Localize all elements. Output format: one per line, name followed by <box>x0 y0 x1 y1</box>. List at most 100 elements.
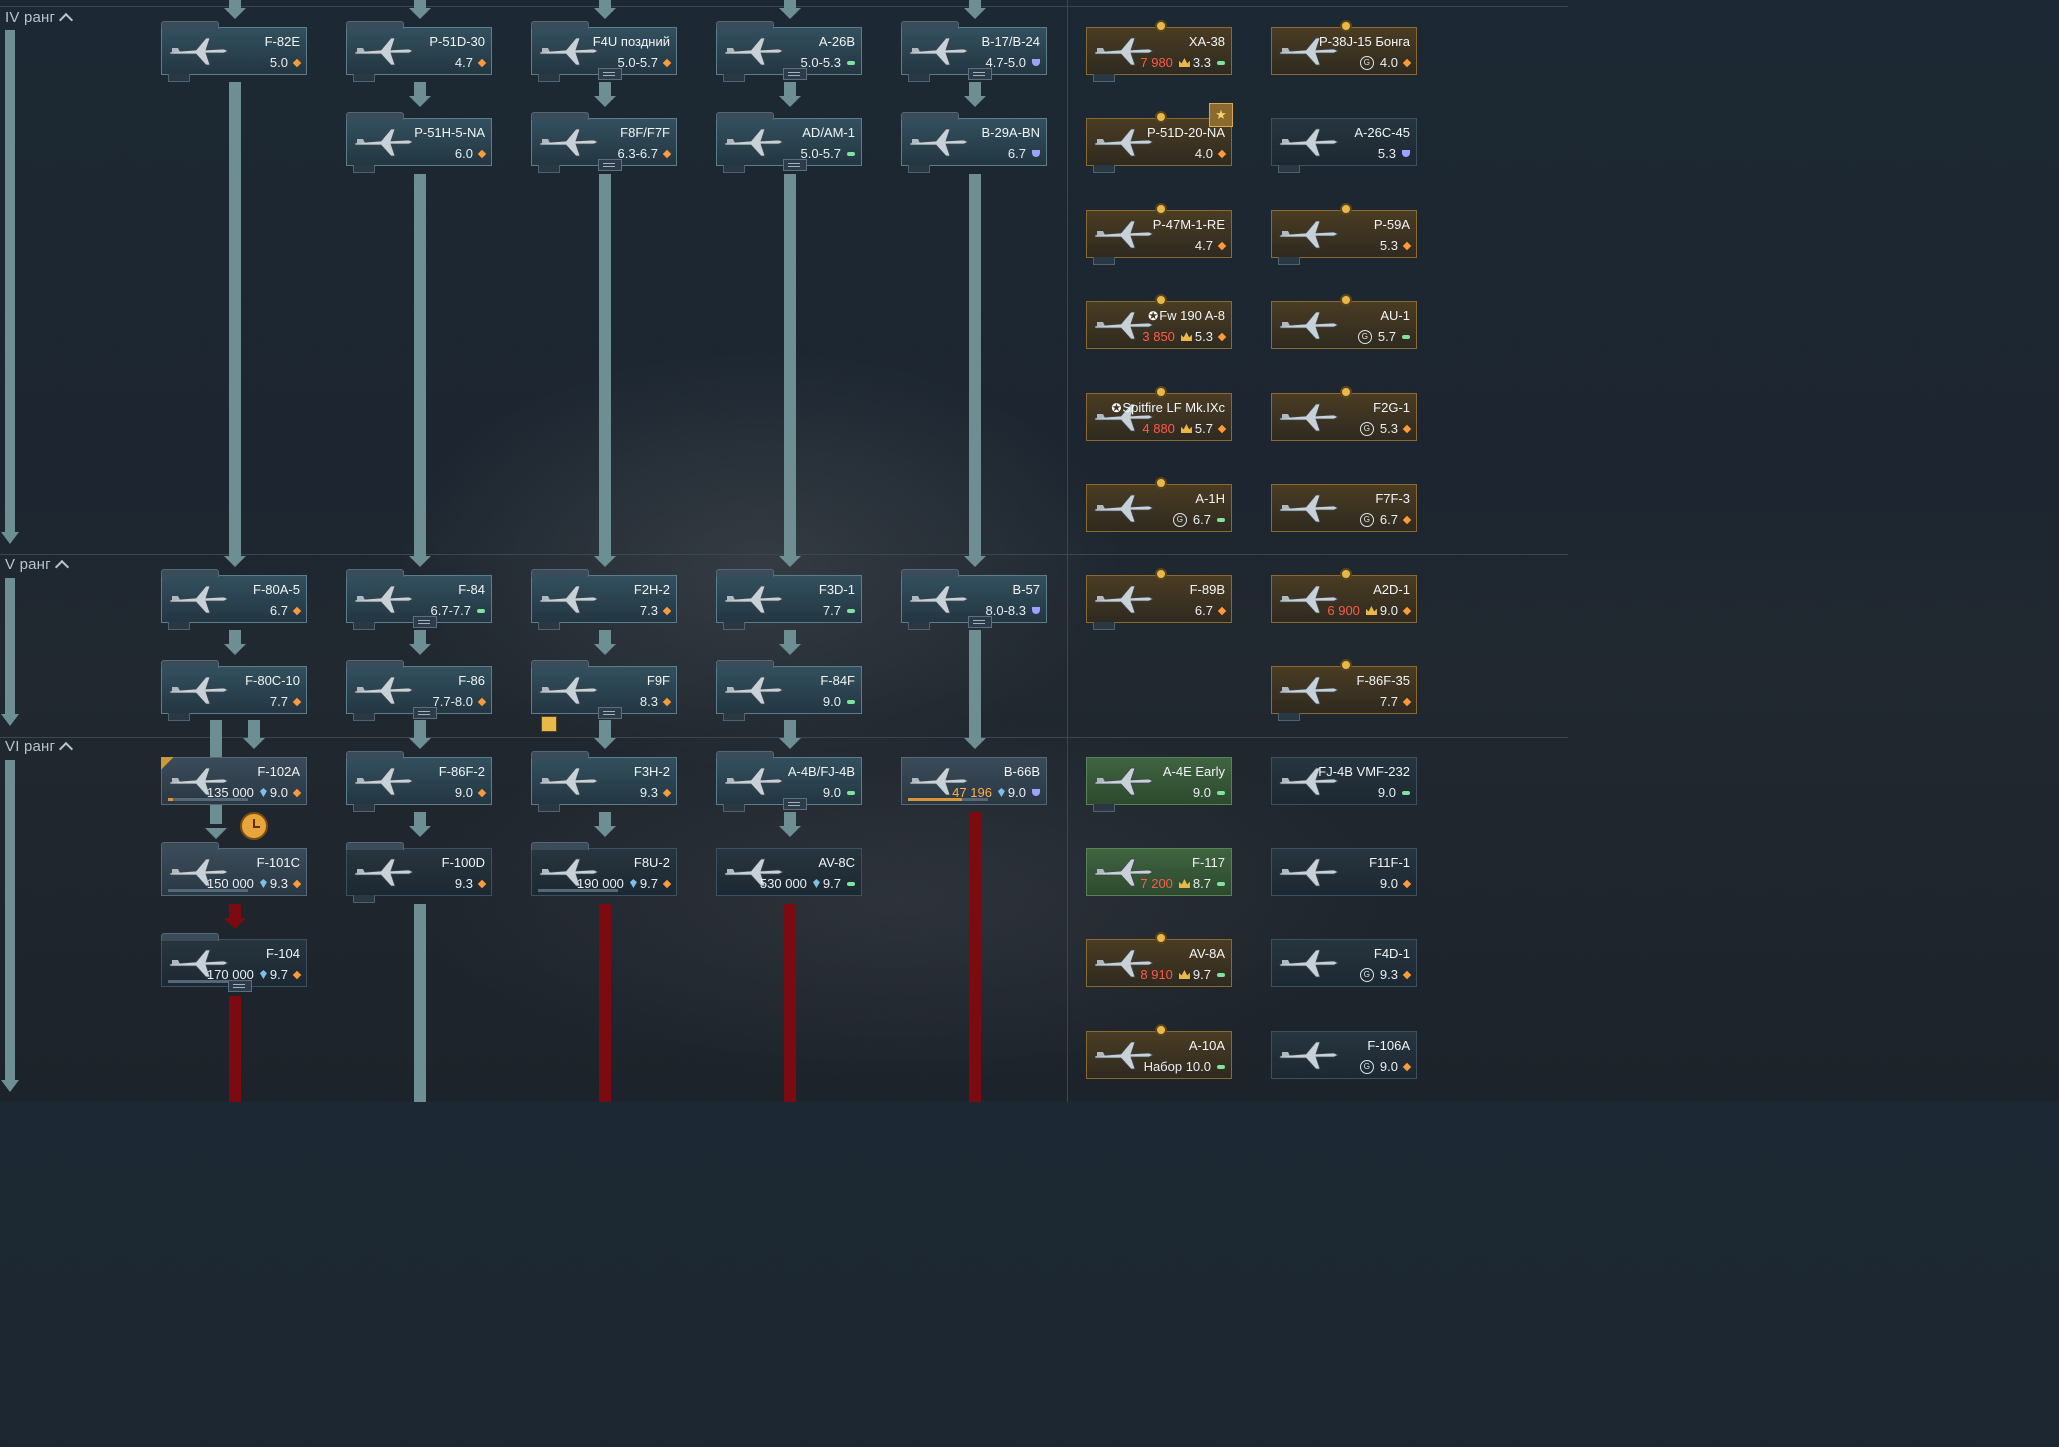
vehicle-card-f117[interactable]: F-117 7 200 8.7 <box>1086 848 1232 896</box>
vehicle-card-f86f2[interactable]: F-86F-2 9.0 <box>346 751 492 812</box>
connector-arrow <box>594 826 616 837</box>
research-order-icon[interactable] <box>541 716 557 732</box>
group-expand-icon[interactable] <box>413 616 437 628</box>
vehicle-name: P-47M-1-RE <box>1152 217 1225 232</box>
vehicle-card-spit[interactable]: ✪Spitfire LF Mk.IXc 4 880 5.7 <box>1086 386 1232 441</box>
vehicle-name: F-100D <box>441 855 485 870</box>
vehicle-card-f106[interactable]: F-106A G 9.0 <box>1271 1031 1417 1079</box>
rank-v-toggle[interactable]: V ранг <box>5 556 69 575</box>
card-pin <box>723 804 745 812</box>
aircraft-icon <box>1276 944 1340 982</box>
vehicle-card-f102[interactable]: F-102A 135 000 9.0 <box>161 757 307 805</box>
group-expand-icon[interactable] <box>413 707 437 719</box>
card-pin <box>538 804 560 812</box>
vehicle-card-f3h[interactable]: F3H-2 9.3 <box>531 751 677 812</box>
battle-rating-value: 4.0 <box>1379 55 1398 70</box>
vehicle-card-a26b[interactable]: A-26B 5.0-5.3 <box>716 21 862 82</box>
group-expand-icon[interactable] <box>783 798 807 810</box>
vehicle-card-b29[interactable]: B-29A-BN 6.7 <box>901 112 1047 173</box>
vehicle-card-f80a[interactable]: F-80A-5 6.7 <box>161 569 307 630</box>
vehicle-card-a4e[interactable]: A-4E Early 9.0 <box>1086 757 1232 812</box>
rank-iv-toggle[interactable]: IV ранг <box>5 9 74 28</box>
vehicle-card-f84[interactable]: F-84 6.7-7.7 <box>346 569 492 630</box>
locked-connector-line <box>784 904 796 1102</box>
battle-rating: Набор 10.0 <box>1144 1059 1225 1074</box>
rank-vi-toggle[interactable]: VI ранг <box>5 738 74 757</box>
vehicle-card-f84f[interactable]: F-84F 9.0 <box>716 660 862 721</box>
vehicle-card-f8u[interactable]: F8U-2 190 000 9.7 <box>531 842 677 896</box>
group-expand-icon[interactable] <box>598 159 622 171</box>
locked-connector-line <box>229 996 241 1102</box>
group-expand-icon[interactable] <box>598 707 622 719</box>
golden-eagles-price: 4 880 <box>1142 421 1175 436</box>
vehicle-card-f8f[interactable]: F8F/F7F 6.3-6.7 <box>531 112 677 173</box>
fighter-role-icon <box>1402 58 1412 67</box>
connector-line <box>969 82 981 96</box>
vehicle-card-f104[interactable]: F-104 170 000 9.7 <box>161 933 307 992</box>
group-expand-icon[interactable] <box>228 980 252 992</box>
vehicle-card-f2h[interactable]: F2H-2 7.3 <box>531 569 677 630</box>
vehicle-card-f4u[interactable]: F4U поздний 5.0-5.7 <box>531 21 677 82</box>
vehicle-card-b17[interactable]: B-17/B-24 4.7-5.0 <box>901 21 1047 82</box>
vehicle-card-p51d30[interactable]: P-51D-30 4.7 <box>346 21 492 82</box>
vehicle-name: F2G-1 <box>1373 400 1410 415</box>
vehicle-card-f86[interactable]: F-86 7.7-8.0 <box>346 660 492 721</box>
vehicle-card-f80c[interactable]: F-80C-10 7.7 <box>161 660 307 721</box>
connector-line <box>414 904 426 1102</box>
gift-vehicle-icon: G <box>1359 55 1374 70</box>
vehicle-card-f4d[interactable]: F4D-1 G 9.3 <box>1271 939 1417 987</box>
vehicle-card-a2d[interactable]: A2D-1 6 900 9.0 <box>1271 568 1417 623</box>
vehicle-card-fw190[interactable]: ✪Fw 190 A-8 3 850 5.3 <box>1086 294 1232 349</box>
research-timer-icon[interactable] <box>240 812 268 840</box>
vehicle-card-f82e[interactable]: F-82E 5.0 <box>161 21 307 82</box>
vehicle-card-p59a[interactable]: P-59A 5.3 <box>1271 203 1417 265</box>
vehicle-card-ad1[interactable]: AD/AM-1 5.0-5.7 <box>716 112 862 173</box>
rank-v-progress-bar <box>5 578 15 714</box>
aircraft-icon <box>351 853 415 891</box>
vehicle-card-f9f[interactable]: F9F 8.3 <box>531 660 677 719</box>
vehicle-card-fj4b[interactable]: FJ-4B VMF-232 9.0 <box>1271 757 1417 805</box>
vehicle-card-f86f35[interactable]: F-86F-35 7.7 <box>1271 659 1417 721</box>
group-expand-icon[interactable] <box>783 68 807 80</box>
fighter-role-icon <box>1217 149 1227 158</box>
vehicle-card-a1h[interactable]: A-1H G 6.7 <box>1086 477 1232 532</box>
vehicle-card-f7f3[interactable]: F7F-3 G 6.7 <box>1271 484 1417 532</box>
vehicle-card-av8c[interactable]: AV-8C 530 000 9.7 <box>716 848 862 896</box>
connector-arrow <box>243 738 265 749</box>
vehicle-card-av8a[interactable]: AV-8A 8 910 9.7 <box>1086 932 1232 987</box>
battle-rating: 7.7 <box>270 694 302 709</box>
group-expand-icon[interactable] <box>968 616 992 628</box>
vehicle-card-b57[interactable]: B-57 8.0-8.3 <box>901 569 1047 630</box>
aircraft-icon <box>1091 762 1155 800</box>
connector-line <box>248 720 260 738</box>
connector-arrow <box>224 8 246 19</box>
vehicle-card-f11f[interactable]: F11F-1 9.0 <box>1271 848 1417 896</box>
vehicle-name: AD/AM-1 <box>802 125 855 140</box>
group-expand-icon[interactable] <box>598 68 622 80</box>
vehicle-card-f100[interactable]: F-100D 9.3 <box>346 842 492 903</box>
connector-arrow <box>224 556 246 567</box>
vehicle-card-p47m[interactable]: P-47M-1-RE 4.7 <box>1086 203 1232 265</box>
vehicle-card-a10a[interactable]: A-10A Набор 10.0 <box>1086 1024 1232 1079</box>
vehicle-card-a26c[interactable]: A-26C-45 5.3 <box>1271 118 1417 173</box>
vehicle-name: F-106A <box>1367 1038 1410 1053</box>
vehicle-card-xa38[interactable]: XA-38 7 980 3.3 <box>1086 20 1232 82</box>
vehicle-card-f89b[interactable]: F-89B 6.7 <box>1086 568 1232 630</box>
vehicle-card-au1[interactable]: AU-1 G 5.7 <box>1271 294 1417 349</box>
strike-role-icon <box>1217 881 1225 886</box>
vehicle-card-a4b[interactable]: A-4B/FJ-4B 9.0 <box>716 751 862 812</box>
card-pin <box>723 622 745 630</box>
vehicle-card-p51d20[interactable]: ★ P-51D-20-NA 4.0 <box>1086 103 1233 173</box>
vehicle-card-f3d[interactable]: F3D-1 7.7 <box>716 569 862 630</box>
vehicle-card-b66[interactable]: B-66B 47 196 9.0 <box>901 757 1047 805</box>
battle-rating: 9.0 <box>1380 876 1412 891</box>
vehicle-card-p51h[interactable]: P-51H-5-NA 6.0 <box>346 112 492 173</box>
card-tab <box>531 21 589 29</box>
vehicle-name: Fw 190 A-8 <box>1159 308 1225 323</box>
group-expand-icon[interactable] <box>783 159 807 171</box>
vehicle-card-p38j[interactable]: P-38J-15 Бонга G 4.0 <box>1271 20 1417 75</box>
vehicle-card-f2g[interactable]: F2G-1 G 5.3 <box>1271 386 1417 441</box>
vehicle-card-f101[interactable]: F-101C 150 000 9.3 <box>161 842 307 896</box>
group-expand-icon[interactable] <box>968 68 992 80</box>
strike-role-icon <box>1217 972 1225 977</box>
